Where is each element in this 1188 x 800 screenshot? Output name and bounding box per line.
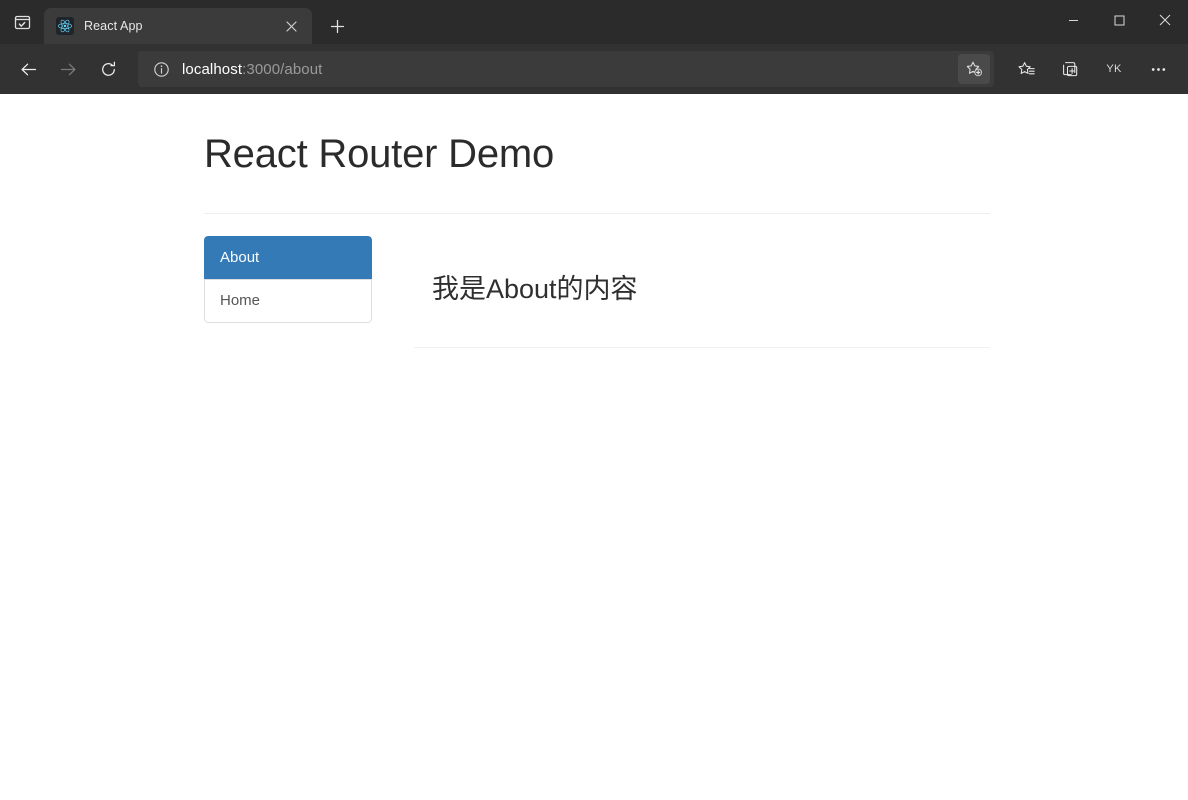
info-circle-icon[interactable] bbox=[148, 56, 174, 82]
window-controls bbox=[1050, 0, 1188, 40]
favorites-button[interactable] bbox=[1006, 51, 1046, 87]
title-bar: React App bbox=[0, 0, 1188, 44]
url-path: :3000/about bbox=[242, 60, 323, 78]
tab-close-icon[interactable] bbox=[278, 13, 304, 39]
page-viewport: React Router Demo About Home 我是About的内容 bbox=[0, 94, 1188, 800]
react-logo-icon bbox=[56, 17, 74, 35]
header-divider bbox=[204, 213, 990, 214]
refresh-button[interactable] bbox=[88, 51, 128, 87]
page-title: React Router Demo bbox=[204, 132, 555, 176]
profile-badge-icon[interactable]: YK bbox=[1094, 51, 1134, 87]
browser-tab[interactable]: React App bbox=[44, 8, 312, 44]
maximize-button[interactable] bbox=[1096, 0, 1142, 40]
content-column: 我是About的内容 bbox=[414, 236, 990, 349]
back-button[interactable] bbox=[8, 51, 48, 87]
content-panel: 我是About的内容 bbox=[414, 236, 990, 349]
browser-toolbar: localhost:3000/about YK bbox=[0, 44, 1188, 94]
content-divider bbox=[414, 347, 990, 349]
tab-actions-icon[interactable] bbox=[0, 0, 44, 44]
tab-title: React App bbox=[84, 19, 143, 33]
sidebar-item-home[interactable]: Home bbox=[204, 278, 372, 323]
profile-initials: YK bbox=[1106, 63, 1122, 75]
browser-window: React App localhost:3000/about YK React … bbox=[0, 0, 1188, 800]
forward-button[interactable] bbox=[48, 51, 88, 87]
sidebar-item-about[interactable]: About bbox=[204, 236, 372, 279]
address-bar-url[interactable]: localhost:3000/about bbox=[182, 61, 958, 78]
close-window-button[interactable] bbox=[1142, 0, 1188, 40]
url-host: localhost bbox=[182, 60, 243, 78]
content-text: 我是About的内容 bbox=[432, 274, 638, 304]
minimize-button[interactable] bbox=[1050, 0, 1096, 40]
address-bar[interactable]: localhost:3000/about bbox=[138, 51, 994, 87]
collections-button[interactable] bbox=[1050, 51, 1090, 87]
settings-and-more-button[interactable] bbox=[1138, 51, 1178, 87]
page-container: React Router Demo About Home 我是About的内容 bbox=[204, 94, 990, 349]
new-tab-button[interactable] bbox=[320, 9, 354, 43]
content-row: About Home 我是About的内容 bbox=[204, 236, 990, 349]
star-plus-icon[interactable] bbox=[958, 54, 990, 84]
sidebar-nav: About Home bbox=[204, 236, 372, 348]
nav-list-group: About Home bbox=[204, 236, 372, 323]
